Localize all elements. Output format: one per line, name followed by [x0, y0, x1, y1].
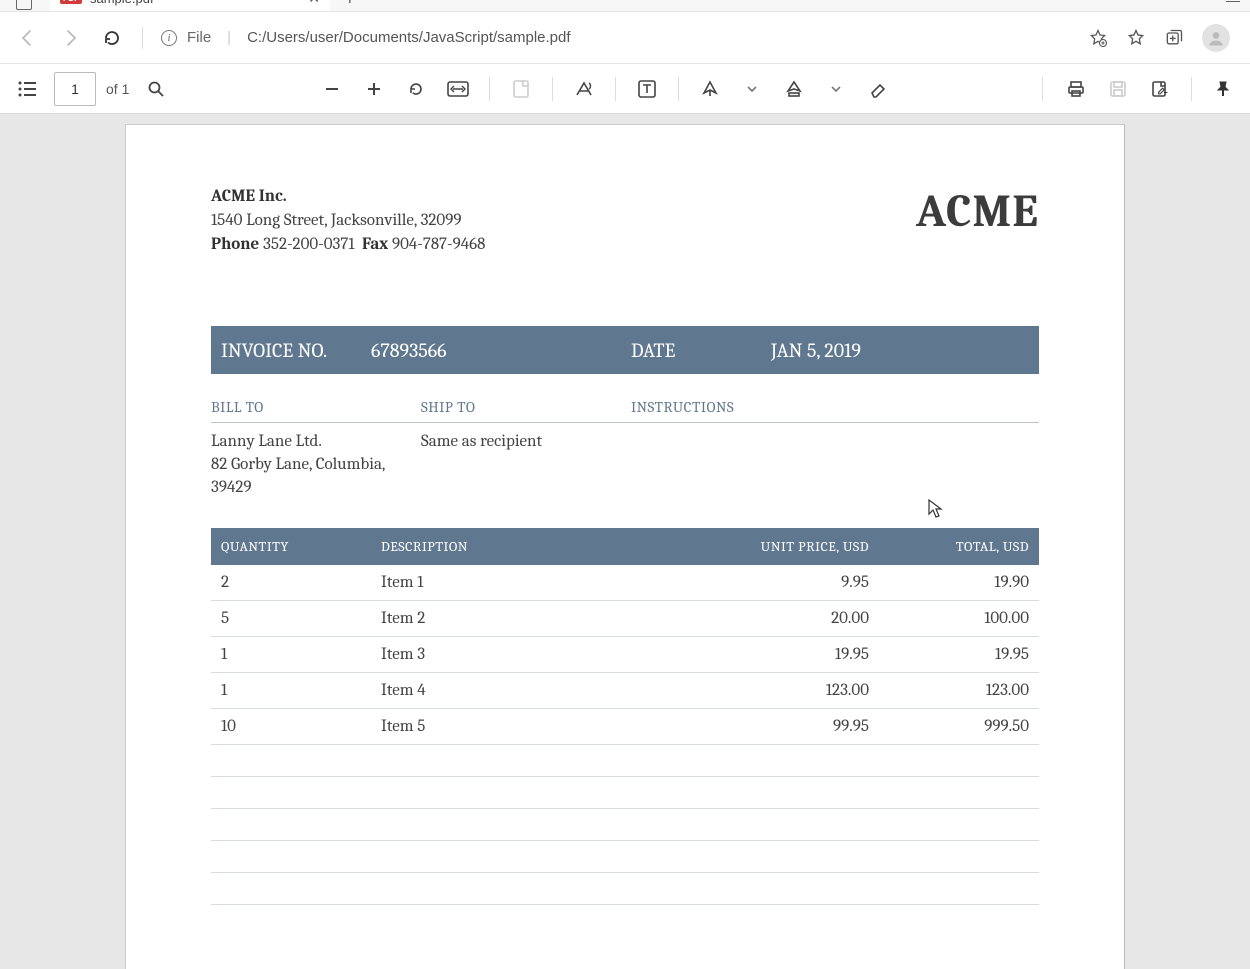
rotate-icon[interactable]: [399, 72, 433, 106]
pdf-viewport[interactable]: ACME Inc. 1540 Long Street, Jacksonville…: [0, 114, 1250, 969]
cell-qty: 1: [211, 673, 371, 709]
add-text-icon[interactable]: [630, 72, 664, 106]
cell-desc: Item 3: [371, 637, 699, 673]
company-address: 1540 Long Street, Jacksonville, 32099: [211, 209, 485, 233]
cell-qty: 2: [211, 565, 371, 601]
page-count-label: of 1: [106, 81, 129, 97]
close-tab-button[interactable]: ✕: [308, 0, 320, 7]
table-row: 2Item 19.9519.90: [211, 565, 1039, 601]
invoice-no-value: 67893566: [371, 339, 631, 362]
col-qty: QUANTITY: [211, 528, 371, 565]
pdf-toolbar: of 1: [0, 64, 1250, 114]
read-aloud-icon[interactable]: [567, 72, 601, 106]
back-button[interactable]: [12, 22, 44, 54]
cell-total: 19.90: [879, 565, 1039, 601]
address-bar: i File | C:/Users/user/Documents/JavaScr…: [0, 12, 1250, 64]
company-logo: ACME: [916, 185, 1039, 238]
cell-desc: Item 5: [371, 709, 699, 745]
erase-icon[interactable]: [861, 72, 895, 106]
invoice-date-label: DATE: [631, 339, 771, 362]
cell-desc: Item 4: [371, 673, 699, 709]
highlight-dropdown-icon[interactable]: [819, 72, 853, 106]
pin-toolbar-icon[interactable]: [1206, 72, 1240, 106]
col-desc: DESCRIPTION: [371, 528, 699, 565]
table-row-empty: [211, 841, 1039, 873]
fax-value: 904-787-9468: [392, 235, 485, 254]
cell-unit: 19.95: [699, 637, 879, 673]
page-number-input[interactable]: [54, 72, 96, 106]
draw-dropdown-icon[interactable]: [735, 72, 769, 106]
table-row: 5Item 220.00100.00: [211, 601, 1039, 637]
cell-total: 100.00: [879, 601, 1039, 637]
phone-value: 352-200-0371: [263, 235, 355, 254]
table-row-empty: [211, 873, 1039, 905]
table-row-empty: [211, 777, 1039, 809]
url-scheme: File: [187, 29, 211, 46]
favorites-icon[interactable]: [1126, 28, 1146, 48]
zoom-in-button[interactable]: [357, 72, 391, 106]
company-info: ACME Inc. 1540 Long Street, Jacksonville…: [211, 185, 485, 256]
table-row-empty: [211, 809, 1039, 841]
cell-desc: Item 2: [371, 601, 699, 637]
browser-tab-strip: PDF sample.pdf ✕ + —: [0, 0, 1250, 12]
add-favorite-icon[interactable]: [1088, 28, 1108, 48]
col-total: TOTAL, USD: [879, 528, 1039, 565]
print-icon[interactable]: [1059, 72, 1093, 106]
invoice-header-bar: INVOICE NO. 67893566 DATE JAN 5, 2019: [211, 326, 1039, 374]
fax-label: Fax: [362, 235, 388, 254]
highlight-icon[interactable]: [777, 72, 811, 106]
refresh-button[interactable]: [96, 22, 128, 54]
table-row-empty: [211, 745, 1039, 777]
bill-to-label: BILL TO: [211, 398, 411, 422]
cell-total: 123.00: [879, 673, 1039, 709]
cell-total: 999.50: [879, 709, 1039, 745]
instructions-label: INSTRUCTIONS: [631, 398, 1039, 422]
table-row: 1Item 319.9519.95: [211, 637, 1039, 673]
cell-unit: 99.95: [699, 709, 879, 745]
fit-page-icon[interactable]: [441, 72, 475, 106]
draw-icon[interactable]: [693, 72, 727, 106]
mouse-cursor-icon: [928, 499, 944, 519]
tab-actions-icon[interactable]: [16, 0, 32, 10]
browser-tab[interactable]: PDF sample.pdf ✕: [50, 0, 330, 11]
contents-icon[interactable]: [10, 72, 44, 106]
url-path: C:/Users/user/Documents/JavaScript/sampl…: [247, 29, 570, 46]
collections-icon[interactable]: [1164, 28, 1184, 48]
table-row: 10Item 599.95999.50: [211, 709, 1039, 745]
find-icon[interactable]: [139, 72, 173, 106]
phone-label: Phone: [211, 235, 259, 254]
cell-qty: 10: [211, 709, 371, 745]
cell-qty: 1: [211, 637, 371, 673]
items-table: QUANTITY DESCRIPTION UNIT PRICE, USD TOT…: [211, 528, 1039, 905]
forward-button[interactable]: [54, 22, 86, 54]
pdf-icon: PDF: [60, 0, 82, 4]
cell-unit: 9.95: [699, 565, 879, 601]
page-view-icon[interactable]: [504, 72, 538, 106]
cell-unit: 123.00: [699, 673, 879, 709]
invoice-date-value: JAN 5, 2019: [771, 339, 861, 362]
table-row: 1Item 4123.00123.00: [211, 673, 1039, 709]
window-minimize-button[interactable]: —: [1226, 0, 1240, 8]
save-icon[interactable]: [1101, 72, 1135, 106]
ship-to-label: SHIP TO: [421, 398, 621, 422]
url-box[interactable]: i File | C:/Users/user/Documents/JavaScr…: [157, 29, 1078, 46]
company-name: ACME Inc.: [211, 187, 287, 206]
site-info-icon[interactable]: i: [161, 30, 177, 46]
invoice-no-label: INVOICE NO.: [221, 339, 371, 362]
ship-to-value: Same as recipient: [421, 423, 621, 500]
instructions-value: [631, 423, 1039, 500]
pdf-page: ACME Inc. 1540 Long Street, Jacksonville…: [125, 124, 1125, 969]
profile-button[interactable]: [1202, 24, 1230, 52]
cell-desc: Item 1: [371, 565, 699, 601]
cell-unit: 20.00: [699, 601, 879, 637]
zoom-out-button[interactable]: [315, 72, 349, 106]
cell-total: 19.95: [879, 637, 1039, 673]
bill-to-value: Lanny Lane Ltd. 82 Gorby Lane, Columbia,…: [211, 423, 411, 500]
tab-title: sample.pdf: [90, 0, 154, 6]
cell-qty: 5: [211, 601, 371, 637]
col-unit: UNIT PRICE, USD: [699, 528, 879, 565]
new-tab-button[interactable]: +: [330, 0, 370, 11]
info-section: BILL TO SHIP TO INSTRUCTIONS Lanny Lane …: [211, 398, 1039, 500]
save-as-icon[interactable]: [1143, 72, 1177, 106]
